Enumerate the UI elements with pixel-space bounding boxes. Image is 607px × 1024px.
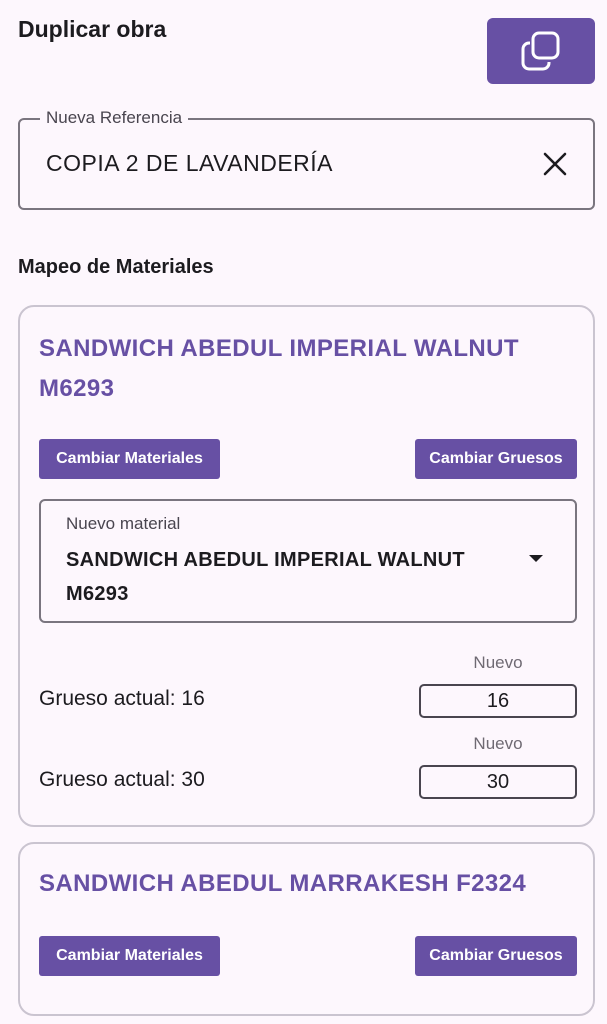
new-material-label: Nuevo material bbox=[66, 514, 181, 533]
change-materials-button[interactable]: Cambiar Materiales bbox=[39, 439, 220, 479]
material-name: SANDWICH ABEDUL IMPERIAL WALNUT M6293 bbox=[39, 335, 519, 402]
change-materials-button[interactable]: Cambiar Materiales bbox=[39, 936, 220, 976]
new-material-value: SANDWICH ABEDUL IMPERIAL WALNUT M6293 bbox=[66, 549, 465, 605]
duplicate-button[interactable] bbox=[487, 18, 595, 84]
clear-reference-button[interactable] bbox=[539, 148, 571, 180]
material-name: SANDWICH ABEDUL MARRAKESH F2324 bbox=[39, 870, 527, 897]
new-reference-label: Nueva Referencia bbox=[40, 108, 189, 128]
change-thickness-button[interactable]: Cambiar Gruesos bbox=[415, 936, 577, 976]
material-card: SANDWICH ABEDUL MARRAKESH F2324 Cambiar … bbox=[18, 842, 595, 1016]
new-reference-input[interactable]: COPIA 2 DE LAVANDERÍA bbox=[46, 150, 333, 177]
new-thickness-label: Nuevo bbox=[473, 653, 523, 672]
new-thickness-input[interactable]: 30 bbox=[419, 765, 577, 799]
change-thickness-button[interactable]: Cambiar Gruesos bbox=[415, 439, 577, 479]
materials-mapping-title: Mapeo de Materiales bbox=[18, 256, 214, 278]
dropdown-arrow-icon[interactable] bbox=[529, 555, 543, 562]
duplicate-work-page: Duplicar obra Nueva Referencia COPIA 2 D… bbox=[0, 0, 607, 1024]
new-material-select[interactable]: Nuevo material SANDWICH ABEDUL IMPERIAL … bbox=[39, 499, 577, 623]
page-title: Duplicar obra bbox=[18, 16, 167, 42]
new-thickness-input[interactable]: 16 bbox=[419, 684, 577, 718]
new-thickness-label: Nuevo bbox=[473, 734, 523, 753]
current-thickness-label: Grueso actual: 16 bbox=[39, 687, 205, 710]
new-reference-field[interactable]: Nueva Referencia COPIA 2 DE LAVANDERÍA bbox=[18, 108, 595, 210]
copy-icon bbox=[521, 31, 560, 71]
material-card: SANDWICH ABEDUL IMPERIAL WALNUT M6293 Ca… bbox=[18, 305, 595, 827]
close-icon bbox=[543, 152, 567, 176]
current-thickness-label: Grueso actual: 30 bbox=[39, 768, 205, 791]
